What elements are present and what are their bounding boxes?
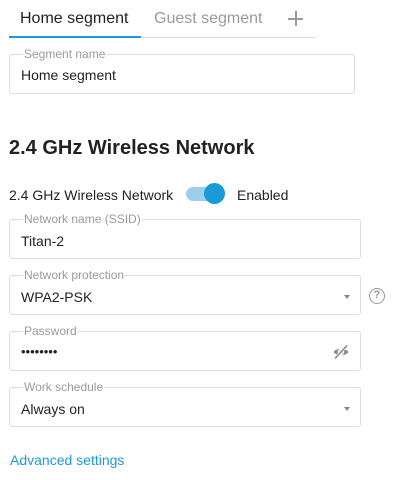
network-protection-select[interactable]: Network protection WPA2-PSK	[9, 269, 361, 315]
wireless-toggle[interactable]	[186, 183, 226, 205]
segment-name-field[interactable]: Segment name Home segment	[9, 48, 355, 94]
wireless-toggle-label: 2.4 GHz Wireless Network	[9, 187, 174, 203]
segment-tabs: Home segment Guest segment	[9, 0, 316, 38]
advanced-settings-link[interactable]: Advanced settings	[10, 451, 124, 469]
segment-name-value: Home segment	[21, 67, 116, 83]
work-schedule-label: Work schedule	[23, 380, 105, 394]
toggle-knob	[204, 183, 225, 204]
ssid-value: Titan-2	[21, 233, 65, 249]
ssid-label: Network name (SSID)	[23, 212, 142, 226]
password-field[interactable]: Password ••••••••	[9, 325, 361, 371]
active-tab-indicator	[9, 36, 141, 38]
eye-off-icon[interactable]	[332, 343, 350, 361]
network-protection-value: WPA2-PSK	[21, 289, 93, 305]
work-schedule-select[interactable]: Work schedule Always on	[9, 381, 361, 427]
tab-guest-segment[interactable]: Guest segment	[154, 8, 263, 30]
tab-home-segment[interactable]: Home segment	[20, 8, 129, 30]
plus-icon[interactable]	[286, 7, 306, 29]
section-title: 2.4 GHz Wireless Network	[9, 137, 255, 159]
segment-name-label: Segment name	[23, 47, 107, 61]
network-protection-label: Network protection	[23, 268, 126, 282]
password-value: ••••••••	[21, 344, 58, 359]
work-schedule-value: Always on	[21, 401, 85, 417]
question-circle-icon[interactable]: ?	[369, 288, 385, 304]
ssid-field[interactable]: Network name (SSID) Titan-2	[9, 213, 361, 259]
chevron-down-icon	[344, 407, 350, 411]
chevron-down-icon	[344, 295, 350, 299]
password-label: Password	[23, 324, 78, 338]
wireless-state-label: Enabled	[237, 187, 289, 203]
